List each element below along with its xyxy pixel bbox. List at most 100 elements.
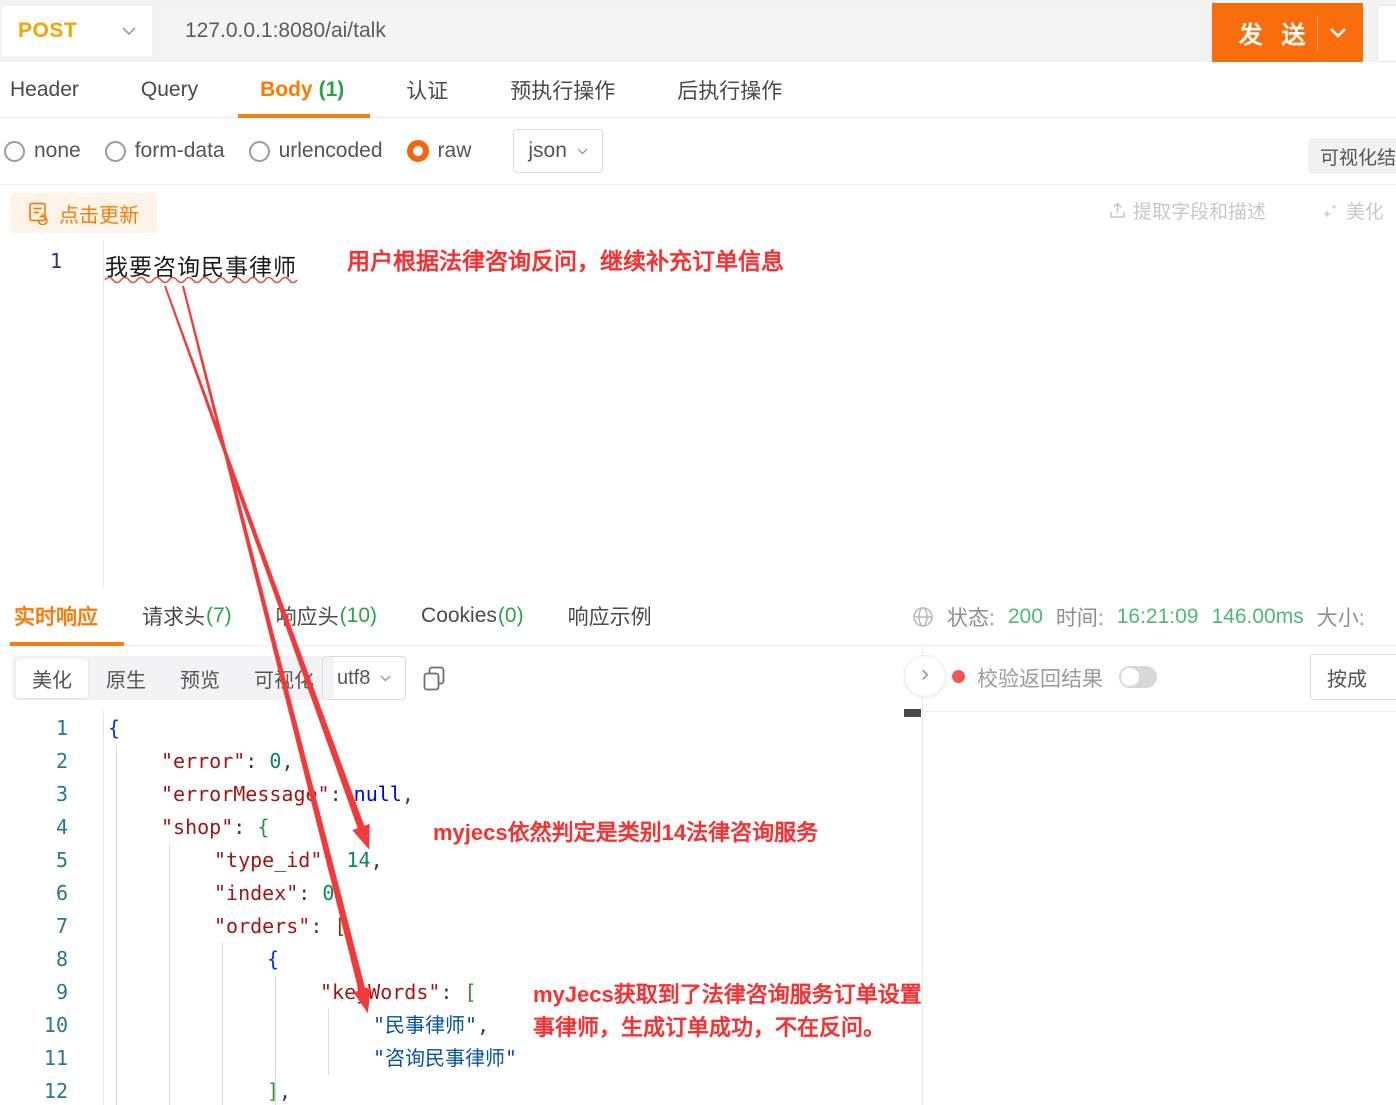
extract-fields-button[interactable]: 提取字段和描述 <box>1108 197 1266 224</box>
code-text: "咨询民事律师" <box>373 1042 517 1075</box>
scrollbar-thumb[interactable] <box>904 709 921 717</box>
response-tab-example[interactable]: 响应示例 <box>568 587 652 646</box>
response-tab-cookies[interactable]: Cookies(0) <box>421 587 524 646</box>
json-token: "orders" <box>214 914 310 938</box>
code-line: 6"index": 0, <box>0 877 922 910</box>
response-tab-realtime[interactable]: 实时响应 <box>14 587 98 646</box>
response-status-bar: 状态: 200 时间: 16:21:09 146.00ms 大小: <box>912 587 1396 646</box>
response-tab-response-headers[interactable]: 响应头(10) <box>276 587 377 646</box>
json-token: "keyWords" <box>320 980 440 1004</box>
annotation-type-id-note: myjecs依然判定是类别14法律咨询服务 <box>433 816 818 849</box>
tab-query[interactable]: Query <box>133 62 206 118</box>
code-line: 2"error": 0, <box>0 745 922 778</box>
indent-guide <box>328 1009 329 1075</box>
body-type-radio-none[interactable]: none <box>4 139 81 163</box>
raw-format-select[interactable]: json <box>513 129 603 173</box>
json-token: 14 <box>346 848 370 872</box>
beautify-label: 美化 <box>1346 197 1384 224</box>
radio-dot <box>407 140 429 162</box>
response-tab-request-headers[interactable]: 请求头(7) <box>142 587 232 646</box>
method-select[interactable]: POST <box>2 6 152 56</box>
line-number: 5 <box>0 844 68 877</box>
response-body-viewer[interactable]: 1{2"error": 0,3"errorMessage": null,4"sh… <box>0 711 922 1105</box>
send-label: 发 送 <box>1239 15 1312 50</box>
code-text: "shop": { <box>161 811 269 844</box>
chevron-down-icon <box>577 148 588 155</box>
encoding-select[interactable]: utf8 <box>322 656 406 700</box>
view-chip-可视化[interactable]: 可视化 <box>238 659 330 698</box>
tab-label: 认证 <box>406 75 448 105</box>
request-body-editor[interactable]: 1 我要咨询民事律师 用户根据法律咨询反问，继续补充订单信息 <box>0 240 1396 588</box>
json-token: , <box>334 881 346 905</box>
line-number: 3 <box>0 778 68 811</box>
annotation-request-note: 用户根据法律咨询反问，继续补充订单信息 <box>347 245 784 278</box>
send-divider <box>1317 15 1318 51</box>
view-chip-预览[interactable]: 预览 <box>164 659 236 698</box>
send-button[interactable]: 发 送 <box>1212 3 1363 62</box>
spellcheck-squiggle <box>103 274 313 284</box>
json-token: , <box>281 749 293 773</box>
view-chip-美化[interactable]: 美化 <box>16 659 88 698</box>
visualize-result-button[interactable]: 可视化结 <box>1308 138 1396 174</box>
collapse-panel-button[interactable]: › <box>904 655 946 697</box>
gutter-divider <box>103 240 104 587</box>
code-text: { <box>267 943 279 976</box>
tab-auth[interactable]: 认证 <box>398 62 456 118</box>
code-text: "error": 0, <box>161 745 293 778</box>
view-chip-原生[interactable]: 原生 <box>90 659 162 698</box>
tab-label: 请求头 <box>142 601 205 631</box>
tab-count: (10) <box>340 604 377 628</box>
json-token: { <box>267 947 279 971</box>
request-tab-bar: Header Query Body(1) 认证 预执行操作后执行操作 <box>0 62 1396 118</box>
line-number: 1 <box>0 712 68 745</box>
json-token: "咨询民事律师" <box>373 1046 517 1070</box>
raw-format-value: json <box>528 139 567 163</box>
tab-label: 响应示例 <box>568 601 652 631</box>
json-token: ] <box>267 1079 279 1103</box>
body-type-radio-urlencoded[interactable]: urlencoded <box>249 139 383 163</box>
radio-label: none <box>34 139 81 163</box>
panel-divider <box>922 646 923 1105</box>
indent-guide <box>222 943 223 1105</box>
json-token: : <box>330 782 354 806</box>
radio-dot <box>4 141 25 162</box>
code-text: "type_id": 14, <box>214 844 383 877</box>
tab-post-exec[interactable]: 后执行操作 <box>669 62 790 118</box>
line-number: 11 <box>0 1042 68 1075</box>
line-number: 10 <box>0 1009 68 1042</box>
extract-fields-label: 提取字段和描述 <box>1133 197 1266 224</box>
json-token: { <box>108 716 120 740</box>
radio-label: raw <box>438 139 472 163</box>
globe-icon <box>912 606 934 628</box>
body-type-radio-raw[interactable]: raw <box>407 139 472 163</box>
tab-count: (0) <box>498 604 524 628</box>
tab-body[interactable]: Body(1) <box>252 62 352 118</box>
response-tab-bar: 实时响应 请求头(7) 响应头(10) Cookies(0) 响应示例 状态: 200 … <box>0 587 1396 646</box>
code-line: 8{ <box>0 943 922 976</box>
tab-label: Cookies <box>421 604 497 628</box>
beautify-button[interactable]: 美化 <box>1322 197 1384 224</box>
json-token: : <box>245 749 269 773</box>
code-line: 11 "咨询民事律师" <box>0 1042 922 1075</box>
code-text: "orders": [ <box>214 910 346 943</box>
json-token: , <box>402 782 414 806</box>
url-input[interactable]: 127.0.0.1:8080/ai/talk <box>155 5 1200 57</box>
validate-label: 校验返回结果 <box>977 663 1103 693</box>
copy-response-button[interactable] <box>421 664 449 692</box>
tab-header[interactable]: Header <box>2 62 87 118</box>
validate-toggle[interactable] <box>1119 666 1157 688</box>
tab-label: Body <box>260 78 313 102</box>
compare-button-clipped[interactable]: 按成 <box>1310 654 1396 700</box>
click-update-label: 点击更新 <box>59 199 139 228</box>
click-update-button[interactable]: 点击更新 <box>10 193 157 233</box>
save-button-clipped[interactable] <box>1377 5 1396 62</box>
response-toolbar: 美化原生预览可视化 utf8 › 校验返回结果 按成 <box>0 646 1396 712</box>
json-token: [ <box>465 980 477 1004</box>
view-mode-segmented-control: 美化原生预览可视化 <box>12 656 334 700</box>
tab-pre-exec[interactable]: 预执行操作 <box>502 62 623 118</box>
body-type-radio-form-data[interactable]: form-data <box>105 139 225 163</box>
tab-label: 实时响应 <box>14 601 98 631</box>
line-number: 7 <box>0 910 68 943</box>
json-token: : <box>322 848 346 872</box>
sparkle-icon <box>1322 202 1340 220</box>
